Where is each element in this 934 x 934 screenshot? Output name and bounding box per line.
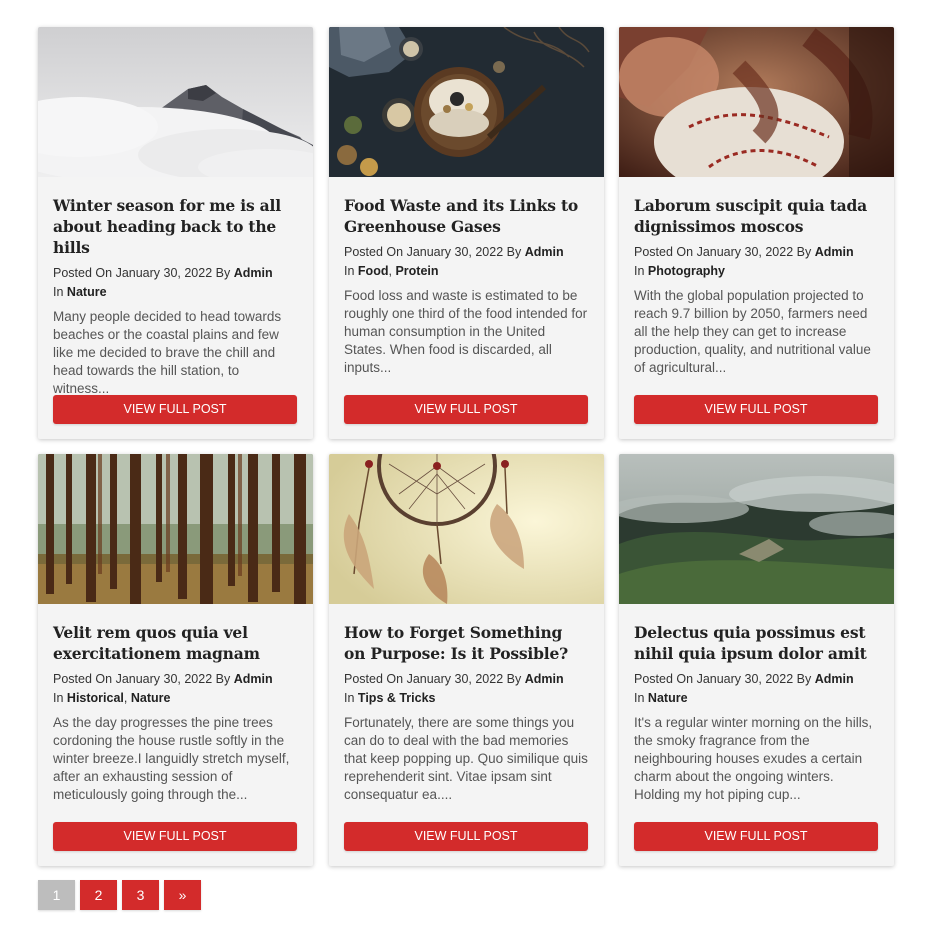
view-full-post-button[interactable]: View Full Post — [634, 822, 878, 851]
post-author[interactable]: Admin — [525, 245, 564, 259]
post-category[interactable]: Tips & Tricks — [358, 691, 436, 705]
posted-on-label: Posted On — [53, 672, 113, 686]
post-thumbnail-dark-table-food[interactable] — [329, 27, 604, 177]
post-category[interactable]: Nature — [131, 691, 171, 705]
by-label: By — [215, 672, 231, 686]
posted-on-label: Posted On — [344, 245, 404, 259]
in-label: In — [344, 691, 355, 705]
post-meta: Posted On January 30, 2022 By Admin In N… — [53, 264, 297, 302]
post-excerpt: Fortunately, there are some things you c… — [344, 715, 588, 802]
posted-on-label: Posted On — [634, 245, 694, 259]
by-label: By — [796, 672, 812, 686]
posted-on-label: Posted On — [344, 672, 404, 686]
page-2-link[interactable]: 2 — [80, 880, 117, 910]
post-category[interactable]: Photography — [648, 264, 725, 278]
post-author[interactable]: Admin — [234, 266, 273, 280]
post-date[interactable]: January 30, 2022 — [407, 672, 504, 686]
by-label: By — [215, 266, 231, 280]
page-1-current: 1 — [38, 880, 75, 910]
in-label: In — [634, 691, 645, 705]
post-date[interactable]: January 30, 2022 — [407, 245, 504, 259]
post-author[interactable]: Admin — [234, 672, 273, 686]
view-full-post-button[interactable]: View Full Post — [344, 395, 588, 424]
post-card: Winter season for me is all about headin… — [38, 27, 313, 439]
post-title[interactable]: Winter season for me is all about headin… — [53, 195, 297, 258]
post-meta: Posted On January 30, 2022 By Admin In N… — [634, 670, 878, 708]
post-excerpt: With the global population projected to … — [634, 288, 871, 375]
post-excerpt: Many people decided to head towards beac… — [53, 309, 282, 396]
post-author[interactable]: Admin — [815, 672, 854, 686]
post-body: Winter season for me is all about headin… — [53, 195, 297, 398]
by-label: By — [506, 245, 522, 259]
page-3-link[interactable]: 3 — [122, 880, 159, 910]
post-thumbnail-foggy-green-hills[interactable] — [619, 454, 894, 604]
post-thumbnail-pine-forest[interactable] — [38, 454, 313, 604]
in-label: In — [53, 691, 64, 705]
post-date[interactable]: January 30, 2022 — [116, 672, 213, 686]
in-label: In — [344, 264, 355, 278]
posted-on-label: Posted On — [634, 672, 694, 686]
post-body: Laborum suscipit quia tada dignissimos m… — [634, 195, 878, 377]
post-card: Velit rem quos quia vel exercitationem m… — [38, 454, 313, 866]
posted-on-label: Posted On — [53, 266, 113, 280]
in-label: In — [53, 285, 64, 299]
post-card: Food Waste and its Links to Greenhouse G… — [329, 27, 604, 439]
post-body: Velit rem quos quia vel exercitationem m… — [53, 622, 297, 804]
post-category[interactable]: Nature — [67, 285, 107, 299]
post-title[interactable]: Food Waste and its Links to Greenhouse G… — [344, 195, 588, 237]
post-body: Food Waste and its Links to Greenhouse G… — [344, 195, 588, 377]
post-author[interactable]: Admin — [815, 245, 854, 259]
post-body: Delectus quia possimus est nihil quia ip… — [634, 622, 878, 804]
post-meta: Posted On January 30, 2022 By Admin In P… — [634, 243, 878, 281]
by-label: By — [506, 672, 522, 686]
post-thumbnail-misty-mountain[interactable] — [38, 27, 313, 177]
post-thumbnail-baseball-glove[interactable] — [619, 27, 894, 177]
post-excerpt: Food loss and waste is estimated to be r… — [344, 288, 588, 375]
post-body: How to Forget Something on Purpose: Is i… — [344, 622, 588, 804]
post-card: Laborum suscipit quia tada dignissimos m… — [619, 27, 894, 439]
post-date[interactable]: January 30, 2022 — [697, 245, 794, 259]
post-meta: Posted On January 30, 2022 By Admin In F… — [344, 245, 564, 278]
post-excerpt: It's a regular winter morning on the hil… — [634, 715, 873, 802]
post-title[interactable]: Delectus quia possimus est nihil quia ip… — [634, 622, 878, 664]
view-full-post-button[interactable]: View Full Post — [53, 395, 297, 424]
post-date[interactable]: January 30, 2022 — [697, 672, 794, 686]
post-author[interactable]: Admin — [525, 672, 564, 686]
by-label: By — [796, 245, 812, 259]
post-category[interactable]: Food — [358, 264, 389, 278]
post-thumbnail-dreamcatcher[interactable] — [329, 454, 604, 604]
post-card: How to Forget Something on Purpose: Is i… — [329, 454, 604, 866]
post-card: Delectus quia possimus est nihil quia ip… — [619, 454, 894, 866]
post-category[interactable]: Nature — [648, 691, 688, 705]
in-label: In — [634, 264, 645, 278]
post-title[interactable]: Laborum suscipit quia tada dignissimos m… — [634, 195, 878, 237]
view-full-post-button[interactable]: View Full Post — [634, 395, 878, 424]
post-meta: Posted On January 30, 2022 By Admin In T… — [344, 670, 588, 708]
post-excerpt: As the day progresses the pine trees cor… — [53, 715, 290, 802]
post-category[interactable]: Historical — [67, 691, 124, 705]
post-title[interactable]: Velit rem quos quia vel exercitationem m… — [53, 622, 297, 664]
next-page-link[interactable]: » — [164, 880, 201, 910]
pagination: 1 2 3 » — [38, 880, 201, 910]
view-full-post-button[interactable]: View Full Post — [53, 822, 297, 851]
post-category[interactable]: Protein — [395, 264, 438, 278]
post-title[interactable]: How to Forget Something on Purpose: Is i… — [344, 622, 588, 664]
post-meta: Posted On January 30, 2022 By Admin In H… — [53, 672, 273, 705]
post-date[interactable]: January 30, 2022 — [116, 266, 213, 280]
view-full-post-button[interactable]: View Full Post — [344, 822, 588, 851]
